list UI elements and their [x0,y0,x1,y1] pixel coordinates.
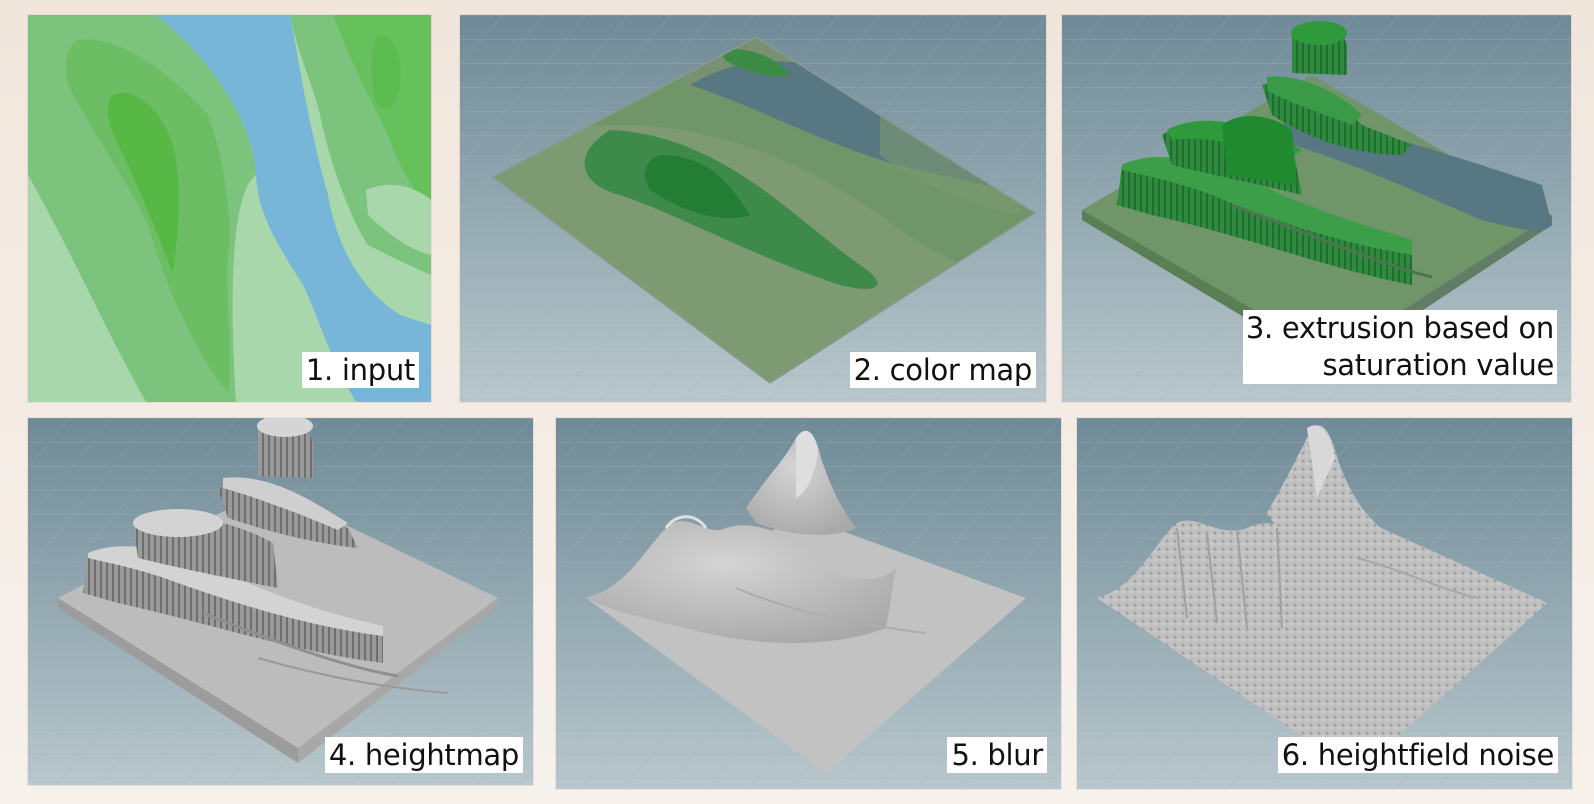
panel-input: 1. input [28,15,431,402]
panel-caption: 1. input [301,352,419,388]
panel-color-map: 2. color map [460,15,1046,402]
panel-blur: 5. blur [556,418,1061,789]
blur-viewport [556,418,1061,789]
panel-caption: 2. color map [849,352,1036,388]
panel-heightfield-noise: 6. heightfield noise [1077,418,1572,789]
panel-caption: 4. heightmap [324,737,523,773]
panel-caption: 6. heightfield noise [1277,737,1558,773]
color-map-viewport [460,15,1046,402]
heightmap-viewport [28,418,533,785]
panel-caption-multiline: 3. extrusion based on saturation value [1242,310,1557,384]
panel-heightmap: 4. heightmap [28,418,533,785]
heightfield-noise-viewport [1077,418,1572,789]
input-color-map-image [28,15,431,402]
panel-caption: 5. blur [947,737,1047,773]
caption-line-1: 3. extrusion based on [1245,310,1554,347]
panel-extrusion: 3. extrusion based on saturation value [1062,15,1571,402]
caption-line-2: saturation value [1245,347,1554,384]
